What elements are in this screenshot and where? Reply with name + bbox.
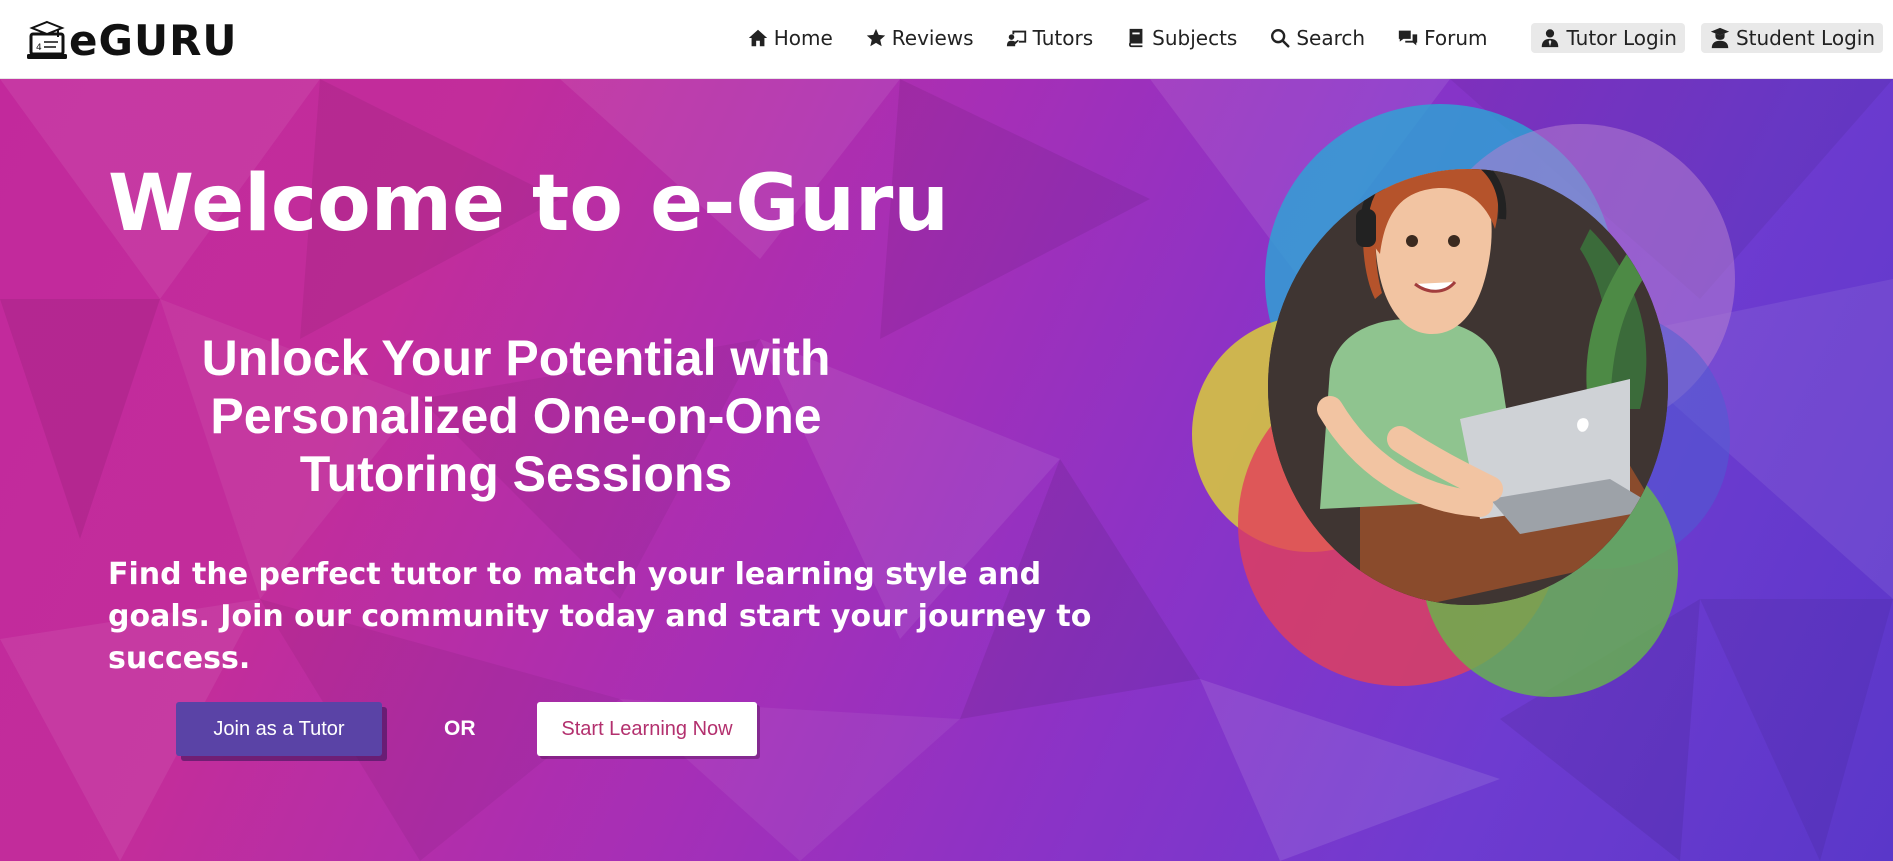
nav-search-label: Search [1296, 26, 1366, 50]
hero-subtitle: Unlock Your Potential with Personalized … [120, 329, 912, 503]
user-tie-icon [1542, 29, 1559, 48]
hero-description: Find the perfect tutor to match your lea… [108, 557, 1092, 676]
nav-tutors-label: Tutors [1032, 26, 1094, 50]
laptop-graduation-cap-icon: 4 [27, 20, 67, 59]
brand-logo[interactable]: 4 eGURU [26, 16, 238, 62]
comments-icon [1398, 30, 1418, 46]
nav-search[interactable]: Search [1261, 23, 1373, 53]
brand-name: eGURU [69, 16, 238, 65]
tutor-login-label: Tutor Login [1566, 26, 1677, 50]
join-as-tutor-button[interactable]: Join as a Tutor [176, 702, 382, 756]
nav-home[interactable]: Home [739, 23, 841, 53]
home-icon [748, 29, 767, 47]
nav-forum-label: Forum [1424, 26, 1488, 50]
student-login-button[interactable]: Student Login [1700, 23, 1883, 53]
book-icon [1129, 28, 1143, 48]
navbar: 4 eGURU Home Reviews Tutors Subjects Sea… [0, 0, 1893, 79]
hero-subtitle-line-2: Personalized One-on-One [210, 388, 822, 444]
or-separator: OR [444, 717, 476, 740]
student-login-label: Student Login [1735, 26, 1875, 50]
nav-forum[interactable]: Forum [1389, 23, 1495, 53]
svg-text:4: 4 [36, 43, 42, 53]
nav-reviews-label: Reviews [891, 26, 974, 50]
nav-subjects-label: Subjects [1152, 26, 1238, 50]
nav-subjects[interactable]: Subjects [1117, 23, 1245, 53]
chalkboard-teacher-icon [1006, 30, 1026, 47]
hero-subtitle-line-3: Tutoring Sessions [299, 446, 733, 502]
search-icon [1271, 29, 1290, 48]
main-nav: Home Reviews Tutors Subjects Search Foru… [739, 22, 1883, 54]
nav-home-label: Home [773, 26, 833, 50]
tutor-login-button[interactable]: Tutor Login [1531, 23, 1685, 53]
hero-section: Welcome to e-Guru Unlock Your Potential … [0, 79, 1893, 861]
hero-illustration [1192, 104, 1735, 697]
hero-title: Welcome to e-Guru [108, 159, 949, 249]
nav-tutors[interactable]: Tutors [998, 23, 1102, 53]
star-icon [866, 28, 885, 47]
hero-subtitle-line-1: Unlock Your Potential with [201, 330, 831, 386]
user-graduate-icon [1710, 27, 1730, 49]
nav-reviews[interactable]: Reviews [857, 23, 982, 53]
start-learning-button[interactable]: Start Learning Now [537, 702, 757, 756]
